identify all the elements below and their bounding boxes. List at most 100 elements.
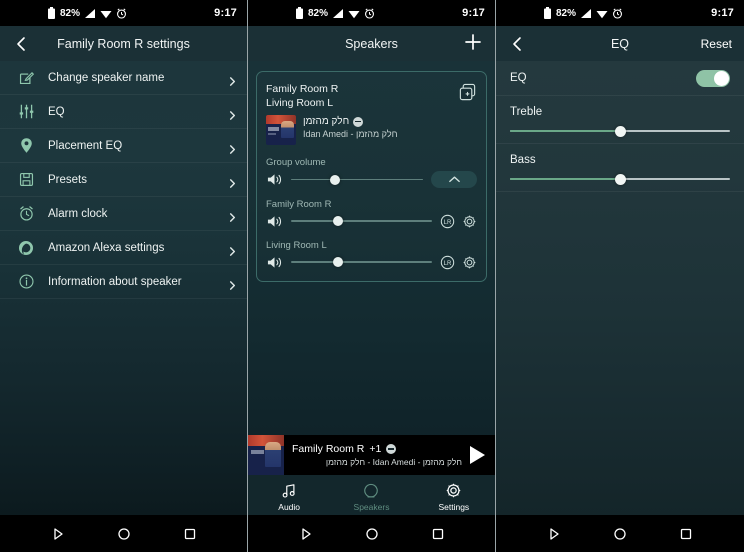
gear-icon[interactable] <box>462 214 477 229</box>
panel-speaker-settings: 82% 9:17 Family Room R settings Change s… <box>0 0 248 552</box>
settings-list-body: Change speaker name EQ Placement EQ Pres… <box>0 61 247 515</box>
sidebar-item-information-about-speaker[interactable]: Information about speaker <box>0 265 247 299</box>
sidebar-item-label: Placement EQ <box>48 139 123 152</box>
duplicate-icon[interactable] <box>458 83 477 102</box>
equalizer-icon <box>14 102 38 122</box>
speaker-volume-icon[interactable] <box>266 255 283 270</box>
eq-toggle-label: EQ <box>510 72 527 84</box>
tab-label: Speakers <box>353 501 390 512</box>
chevron-right-icon <box>228 243 237 256</box>
track-subtitle: Idan Amedi - חלק מהזמן <box>303 129 398 139</box>
page-title: Speakers <box>345 36 398 51</box>
app-bar-right: EQ Reset <box>496 26 744 61</box>
back-button[interactable] <box>12 35 30 53</box>
speaker-volume-icon[interactable] <box>266 172 283 187</box>
speaker-volume-slider[interactable] <box>291 254 432 270</box>
alarm-clock-icon <box>14 204 38 224</box>
tab-speakers[interactable]: Speakers <box>330 479 412 512</box>
add-speaker-button[interactable] <box>463 32 483 55</box>
sidebar-item-presets[interactable]: Presets <box>0 163 247 197</box>
recents-square-icon[interactable] <box>678 526 694 542</box>
panel-speakers: 82% 9:17 Speakers Family Room R Living R… <box>248 0 496 552</box>
status-bar-icons: 82% <box>544 7 623 19</box>
gear-icon[interactable] <box>462 255 477 270</box>
group-volume-slider[interactable] <box>291 172 423 188</box>
chevron-right-icon <box>228 141 237 154</box>
sidebar-item-alarm-clock[interactable]: Alarm clock <box>0 197 247 231</box>
speaker-name-label: Living Room L <box>266 240 327 251</box>
battery-percent: 82% <box>308 7 329 19</box>
recents-square-icon[interactable] <box>430 526 446 542</box>
back-button[interactable] <box>508 35 526 53</box>
speakers-body: Family Room R Living Room L חלק מהזמן Id… <box>248 61 495 515</box>
group-speaker-name: Family Room R <box>266 83 339 95</box>
svg-text:LR: LR <box>444 260 452 266</box>
treble-slider[interactable] <box>510 125 730 137</box>
signal-icon <box>332 8 344 19</box>
back-triangle-icon[interactable] <box>50 526 66 542</box>
eq-toggle-row: EQ <box>496 61 744 96</box>
now-playing-track: חלק מהזמן - Idan Amedi - חלק מהזמן <box>325 457 462 467</box>
speaker-volume-slider[interactable] <box>291 213 432 229</box>
tab-audio[interactable]: Audio <box>248 479 330 512</box>
tab-settings[interactable]: Settings <box>413 479 495 512</box>
sidebar-item-label: EQ <box>48 105 65 118</box>
card-now-playing: חלק מהזמן Idan Amedi - חלק מהזמן <box>266 115 477 145</box>
gear-icon <box>445 482 462 500</box>
sidebar-item-label: Amazon Alexa settings <box>48 241 165 254</box>
home-circle-icon[interactable] <box>116 526 132 542</box>
sidebar-item-amazon-alexa-settings[interactable]: Amazon Alexa settings <box>0 231 247 265</box>
bass-label: Bass <box>510 154 536 166</box>
lr-channel-icon[interactable]: LR <box>440 214 455 229</box>
status-bar-icons: 82% <box>48 7 127 19</box>
chevron-right-icon <box>228 175 237 188</box>
status-bar-clock: 9:17 <box>462 7 485 19</box>
chevron-right-icon <box>228 73 237 86</box>
sidebar-item-change-speaker-name[interactable]: Change speaker name <box>0 61 247 95</box>
speaker-circle-icon <box>363 482 379 500</box>
battery-percent: 82% <box>556 7 577 19</box>
spotify-connect-icon <box>353 116 364 127</box>
home-circle-icon[interactable] <box>612 526 628 542</box>
speaker-volume-icon[interactable] <box>266 214 283 229</box>
android-nav-right <box>496 515 744 552</box>
sidebar-item-placement-eq[interactable]: Placement EQ <box>0 129 247 163</box>
recents-square-icon[interactable] <box>182 526 198 542</box>
sidebar-item-label: Presets <box>48 173 87 186</box>
alarm-icon <box>116 7 127 19</box>
back-triangle-icon[interactable] <box>546 526 562 542</box>
info-circle-icon <box>14 272 38 292</box>
alarm-icon <box>364 7 375 19</box>
album-artwork <box>248 435 284 475</box>
treble-slider-block: Treble <box>496 96 744 144</box>
bass-slider[interactable] <box>510 173 730 185</box>
android-nav-mid <box>248 515 495 552</box>
play-icon[interactable] <box>470 446 485 464</box>
speaker-group-card: Family Room R Living Room L חלק מהזמן Id… <box>256 71 487 282</box>
sidebar-item-label: Change speaker name <box>48 71 165 84</box>
group-speaker-name: Living Room L <box>266 97 334 109</box>
tab-label: Audio <box>278 501 301 512</box>
wifi-icon <box>348 8 360 19</box>
page-title: Family Room R settings <box>57 36 190 51</box>
lr-channel-icon[interactable]: LR <box>440 255 455 270</box>
reset-button[interactable]: Reset <box>701 37 732 51</box>
eq-toggle-switch[interactable] <box>696 69 730 87</box>
signal-icon <box>580 8 592 19</box>
speaker-volume-row: LR <box>266 213 477 229</box>
status-bar-icons: 82% <box>296 7 375 19</box>
alexa-ring-icon <box>14 238 38 258</box>
chevron-right-icon <box>228 107 237 120</box>
group-volume-row <box>266 171 477 188</box>
app-bar-mid: Speakers <box>248 26 495 61</box>
alarm-icon <box>612 7 623 19</box>
sidebar-item-eq[interactable]: EQ <box>0 95 247 129</box>
home-circle-icon[interactable] <box>364 526 380 542</box>
now-playing-bar-meta: Family Room R +1 חלק מהזמן - Idan Amedi … <box>292 443 462 467</box>
now-playing-bar[interactable]: Family Room R +1 חלק מהזמן - Idan Amedi … <box>248 435 495 475</box>
now-playing-meta: חלק מהזמן Idan Amedi - חלק מהזמן <box>303 115 477 139</box>
collapse-group-button[interactable] <box>431 171 477 188</box>
battery-icon <box>48 7 55 19</box>
spotify-connect-icon <box>386 444 397 454</box>
back-triangle-icon[interactable] <box>298 526 314 542</box>
